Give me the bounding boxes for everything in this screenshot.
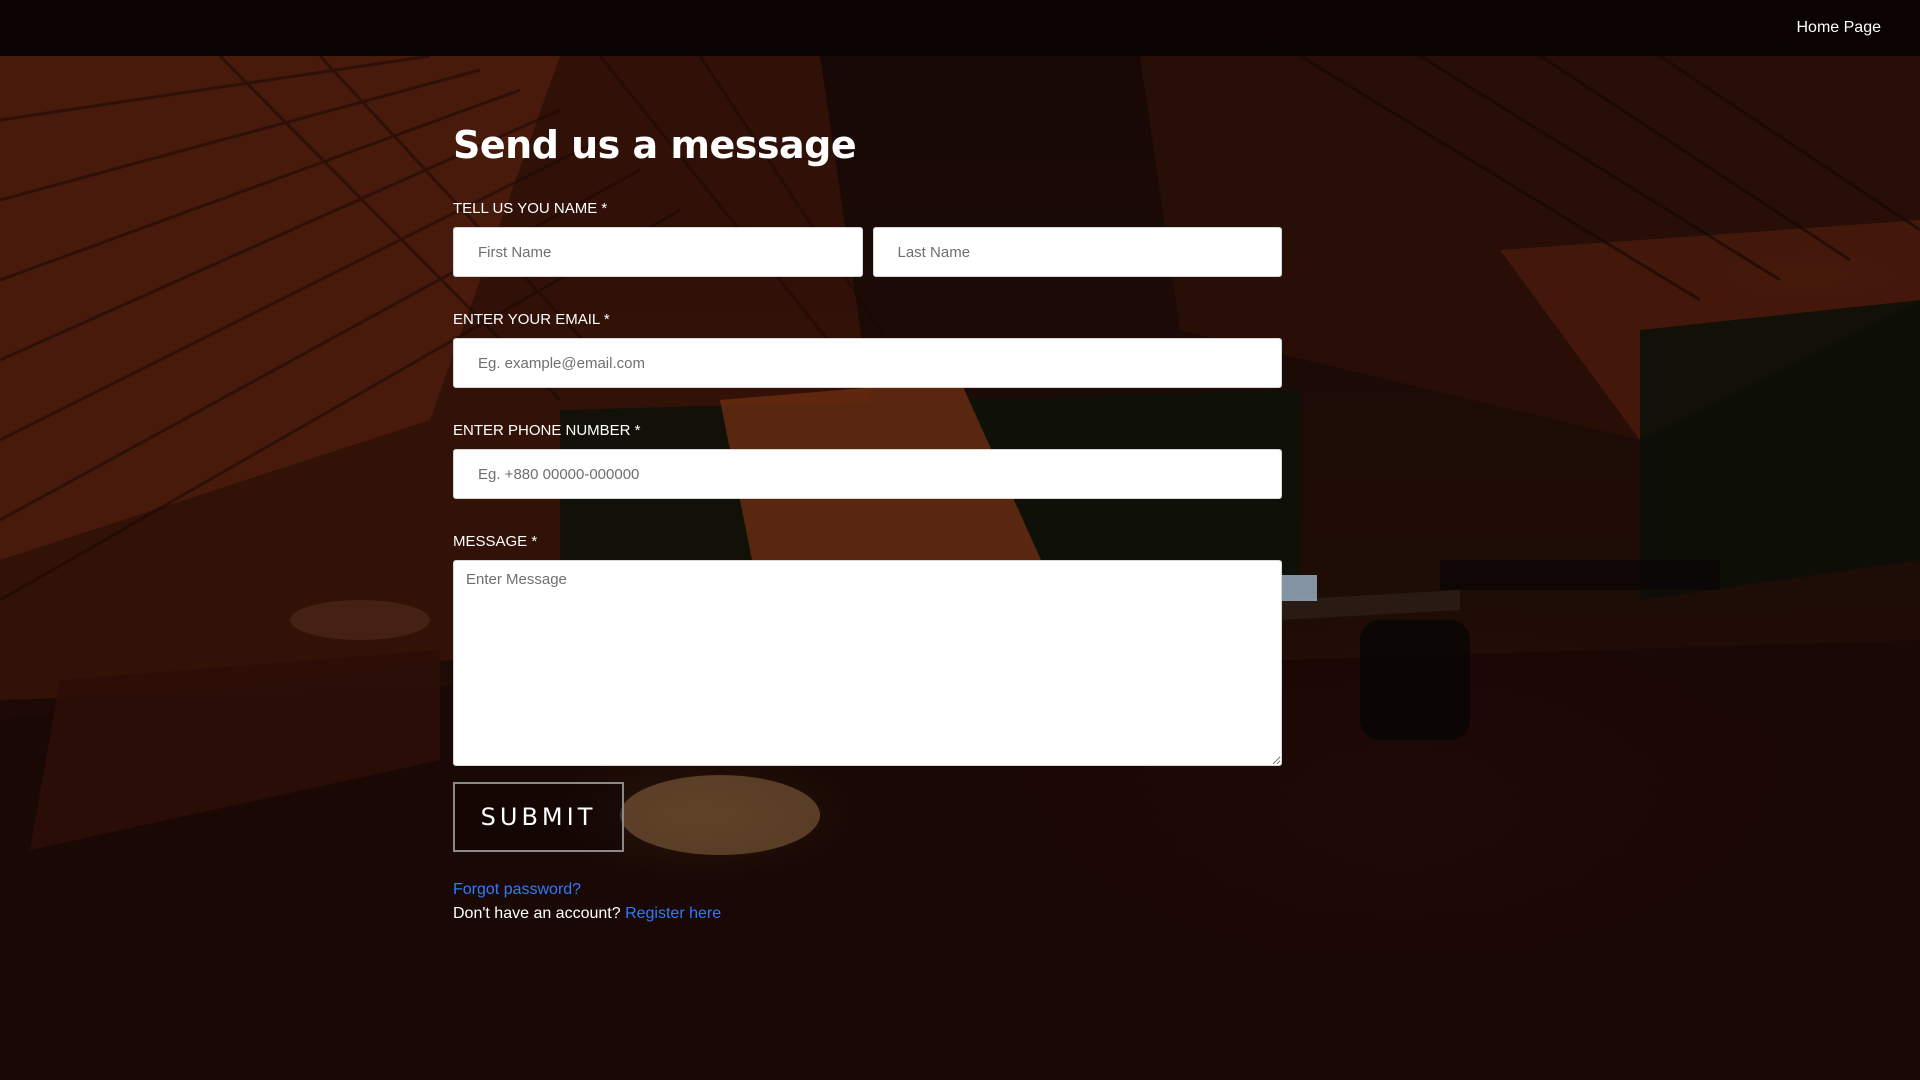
name-label: TELL US YOU NAME *: [453, 200, 608, 217]
contact-form: Send us a message TELL US YOU NAME * ENT…: [453, 112, 1282, 926]
email-input[interactable]: [453, 338, 1282, 388]
name-row: [453, 227, 1282, 277]
message-textarea[interactable]: [453, 560, 1282, 766]
top-navbar: Home Page: [0, 0, 1920, 56]
submit-button[interactable]: SUBMIT: [453, 782, 624, 852]
message-label: MESSAGE *: [453, 533, 538, 550]
account-links: Forgot password? Don't have an account? …: [453, 878, 1282, 926]
no-account-text: Don't have an account?: [453, 905, 621, 922]
email-label: ENTER YOUR EMAIL *: [453, 311, 610, 328]
page-root: Home Page Send us a message TELL US YOU …: [0, 0, 1920, 1080]
phone-input[interactable]: [453, 449, 1282, 499]
form-title: Send us a message: [453, 123, 857, 167]
home-page-link[interactable]: Home Page: [1797, 19, 1882, 37]
last-name-input[interactable]: [872, 227, 1282, 277]
register-link[interactable]: Register here: [625, 905, 721, 922]
first-name-input[interactable]: [453, 227, 863, 277]
forgot-password-link[interactable]: Forgot password?: [453, 881, 581, 898]
phone-label: ENTER PHONE NUMBER *: [453, 422, 641, 439]
